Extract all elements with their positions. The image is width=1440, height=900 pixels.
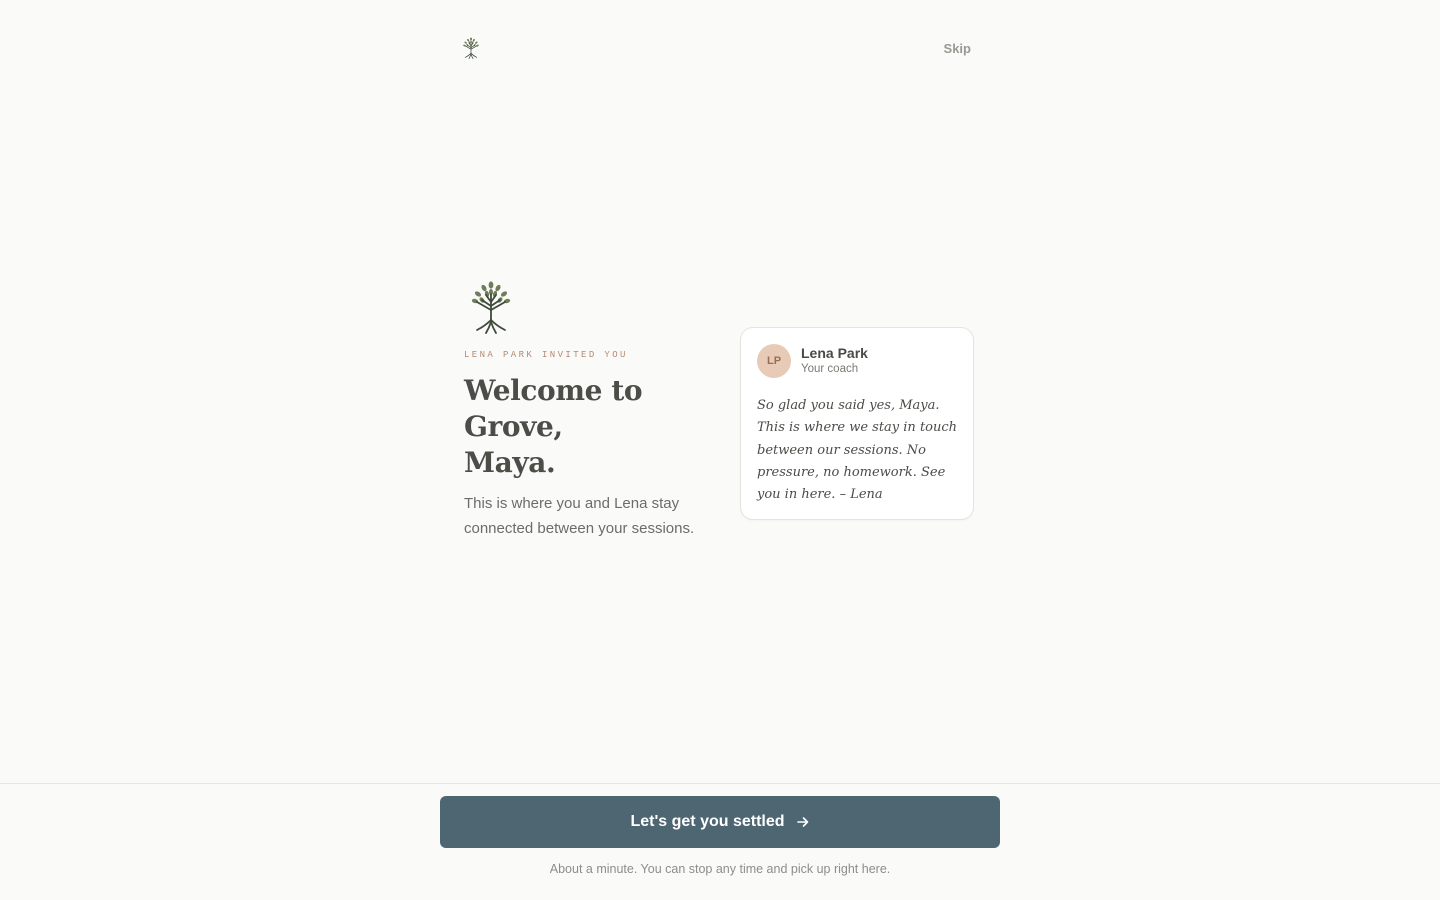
skip-button[interactable]: Skip	[944, 41, 971, 56]
get-started-button[interactable]: Let's get you settled	[440, 796, 1000, 848]
page-title-line: Grove,	[464, 410, 563, 443]
coach-meta: Lena Park Your coach	[801, 345, 868, 377]
coach-header: LP Lena Park Your coach	[757, 344, 959, 378]
coach-message-card: LP Lena Park Your coach So glad you said…	[740, 327, 974, 520]
get-started-label: Let's get you settled	[630, 813, 785, 830]
coach-role: Your coach	[801, 363, 859, 375]
page-title-line: Maya.	[464, 446, 556, 479]
footer-bar: Let's get you settled About a minute. Yo…	[0, 783, 1440, 900]
footer-note: About a minute. You can stop any time an…	[549, 862, 891, 876]
coach-name: Lena Park	[801, 345, 868, 361]
tree-logo-icon	[471, 281, 511, 334]
top-bar: Skip	[462, 36, 974, 64]
hero-section: LENA PARK INVITED YOU Welcome to Grove, …	[464, 280, 714, 541]
arrow-right-icon	[796, 817, 808, 827]
coach-quote: So glad you said yes, Maya. This is wher…	[757, 398, 958, 503]
welcome-screen: Skip LENA PARK INVITED YOU Welcome to Gr…	[0, 0, 1440, 900]
intro-text: This is where you and Lena stay connecte…	[464, 495, 695, 537]
invite-eyebrow: LENA PARK INVITED YOU	[464, 350, 628, 360]
page-title: Welcome to Grove, Maya.	[464, 373, 714, 481]
page-title-line: Welcome to	[464, 374, 643, 407]
avatar: LP	[757, 344, 791, 378]
tree-logo-icon	[463, 37, 479, 60]
